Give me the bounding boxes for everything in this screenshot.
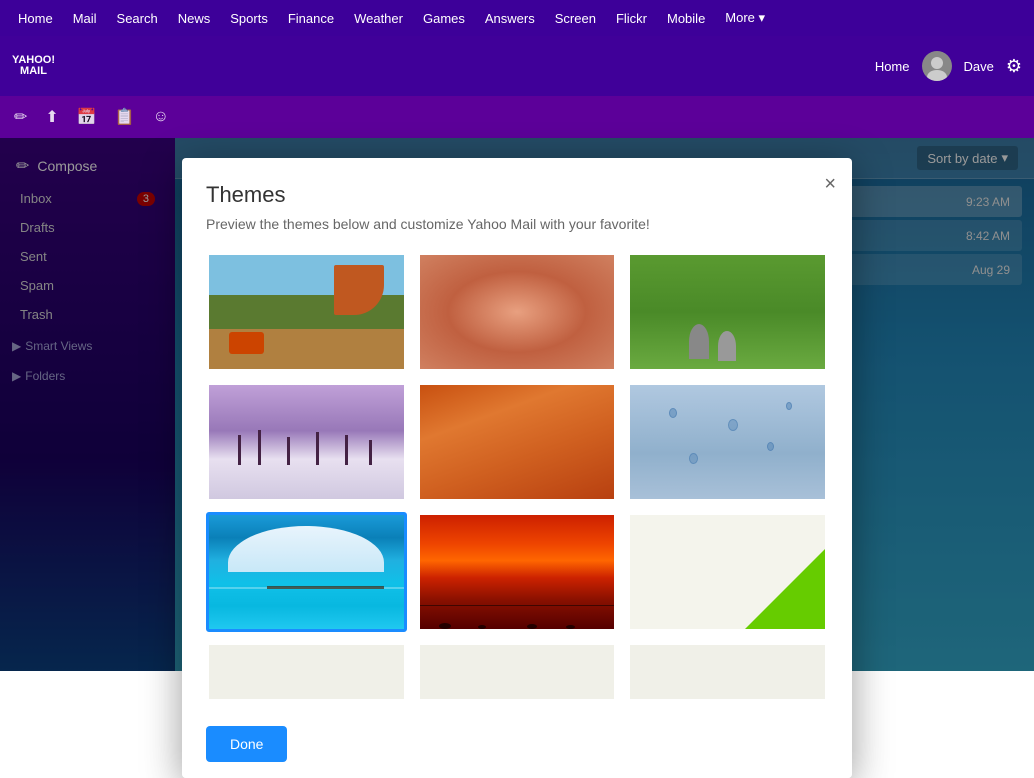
nav-flickr[interactable]: Flickr: [606, 0, 657, 36]
theme-blurry[interactable]: [417, 252, 618, 372]
header: YAHOO! MAIL Home Dave ⚙: [0, 36, 1034, 96]
theme-drops[interactable]: [627, 382, 828, 502]
nav-mobile[interactable]: Mobile: [657, 0, 715, 36]
theme-mesa[interactable]: [206, 252, 407, 372]
notepad-icon[interactable]: 📋: [109, 103, 141, 131]
header-home-link[interactable]: Home: [875, 59, 910, 74]
theme-blank-1[interactable]: [206, 642, 407, 702]
top-navigation: Home Mail Search News Sports Finance Wea…: [0, 0, 1034, 36]
nav-search[interactable]: Search: [107, 0, 168, 36]
themes-modal: × Themes Preview the themes below and cu…: [182, 158, 852, 778]
nav-finance[interactable]: Finance: [278, 0, 344, 36]
nav-home[interactable]: Home: [8, 0, 63, 36]
emoji-icon[interactable]: ☺: [147, 104, 175, 130]
compose-icon[interactable]: ✏: [8, 103, 33, 131]
theme-grid: [206, 252, 828, 702]
main-layout: ✏ Compose Inbox 3 Drafts Sent Spam Trash…: [0, 138, 1034, 671]
nav-mail[interactable]: Mail: [63, 0, 107, 36]
modal-title: Themes: [206, 182, 828, 208]
yahoo-logo: YAHOO! MAIL: [12, 55, 55, 77]
nav-answers[interactable]: Answers: [475, 0, 545, 36]
nav-news[interactable]: News: [168, 0, 221, 36]
calendar-icon[interactable]: 📅: [71, 103, 103, 131]
upload-icon[interactable]: ⬆: [39, 103, 64, 131]
modal-subtitle: Preview the themes below and customize Y…: [206, 216, 828, 232]
theme-clean[interactable]: [627, 512, 828, 632]
toolbar: ✏ ⬆ 📅 📋 ☺: [0, 96, 1034, 138]
header-right: Home Dave ⚙: [875, 51, 1022, 81]
nav-weather[interactable]: Weather: [344, 0, 413, 36]
theme-ocean[interactable]: [206, 512, 407, 632]
theme-winter[interactable]: [206, 382, 407, 502]
nav-screen[interactable]: Screen: [545, 0, 606, 36]
theme-sunset[interactable]: [417, 512, 618, 632]
theme-blank-2[interactable]: [417, 642, 618, 702]
theme-blank-3[interactable]: [627, 642, 828, 702]
close-button[interactable]: ×: [824, 174, 836, 194]
avatar[interactable]: [922, 51, 952, 81]
modal-overlay: × Themes Preview the themes below and cu…: [0, 138, 1034, 671]
done-button[interactable]: Done: [206, 726, 287, 762]
nav-more[interactable]: More ▾: [715, 0, 775, 36]
theme-desert[interactable]: [417, 382, 618, 502]
user-name: Dave: [964, 59, 994, 74]
nav-sports[interactable]: Sports: [220, 0, 278, 36]
gear-icon[interactable]: ⚙: [1006, 56, 1022, 77]
theme-figures[interactable]: [627, 252, 828, 372]
nav-games[interactable]: Games: [413, 0, 475, 36]
